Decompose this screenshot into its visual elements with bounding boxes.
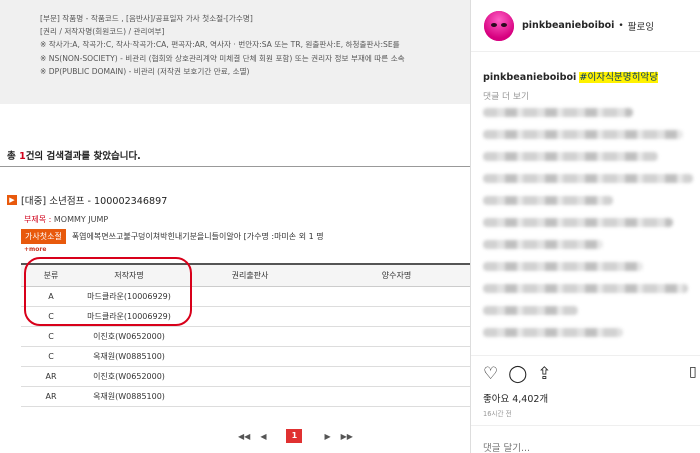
highlight-circle [24,257,192,326]
table-cell [323,326,470,347]
legend-line: [권리 / 저작자명(회원코드) / 관리여부] [40,27,165,37]
share-icon[interactable]: ⇪ [537,365,551,383]
table-cell: C [21,326,81,347]
blurred-comment [483,240,603,249]
summary-prefix: 총 [7,151,20,162]
work-title[interactable]: ▶ [대중] 소년점프 - 100002346897 [7,193,167,207]
blurred-comment [483,174,693,183]
lyric-text: 폭염에복면쓰고불구덩이쳐박힌내기분을니들이알아 [가수명 :마미손 외 1 명 [71,232,324,241]
first-page-button[interactable]: ◀◀ [238,432,250,441]
comment-icon[interactable]: ◯ [508,365,527,383]
blurred-comment [483,328,623,337]
heart-icon[interactable]: ♡ [483,365,498,383]
username-link[interactable]: pinkbeanieboiboi [522,20,614,31]
divider [0,166,470,167]
table-cell: 옥재원(W0885100) [81,346,177,367]
result-count: 1 [19,151,26,162]
lyric-badge: 가사첫소절 [21,229,66,244]
last-page-button[interactable]: ▶▶ [341,432,353,441]
table-cell: AR [21,366,81,387]
prev-page-button[interactable]: ◀ [260,432,266,441]
post-timestamp: 16시간 전 [483,410,512,418]
table-cell [323,366,470,387]
blurred-comment [483,196,613,205]
like-count[interactable]: 좋아요 4,402개 [483,391,548,405]
result-summary: 총 1건의 검색결과를 찾았습니다. [7,148,141,162]
load-more-comments[interactable]: 댓글 더 보기 [483,89,529,102]
table-row: AR 이진호(W0652000) [21,366,470,387]
subtitle-value: MOMMY JUMP [53,215,109,224]
subtitle-label: 부제목 : [24,215,54,224]
table-cell [177,286,323,307]
caption-hashtag[interactable]: #이자식분명히악당 [579,72,659,83]
table-cell: C [21,346,81,367]
table-row: C 옥재원(W0885100) [21,346,470,367]
blurred-comment [483,306,578,315]
legend-line: ※ 작사가:A, 작곡가:C, 작사·작곡가:CA, 편곡자:AR, 역사자 ·… [40,40,400,50]
legend-box: [부문] 작품명 - 작품코드 , [음반사]/공표일자 가사 첫소절-[가수명… [0,0,470,104]
blurred-comment [483,218,673,227]
column-header: 양수자명 [323,263,470,287]
caption-username[interactable]: pinkbeanieboiboi [483,72,576,83]
table-cell [323,286,470,307]
following-button[interactable]: 팔로잉 [628,19,654,33]
post-header: pinkbeanieboiboi • 팔로잉 [471,0,700,52]
post-caption: pinkbeanieboiboi #이자식분명히악당 [483,69,659,83]
table-row: C 이진호(W0652000) [21,326,470,347]
table-cell [177,366,323,387]
legend-line: ※ NS(NON-SOCIETY) - 비관리 (협회와 상호관리계약 미체결 … [40,53,405,63]
table-row: AR 옥재원(W0885100) [21,386,470,407]
table-cell: 옥재원(W0885100) [81,386,177,407]
current-page[interactable]: 1 [286,429,303,443]
mask-eyes [491,22,507,29]
blurred-comment [483,262,643,271]
post-actions: ♡ ◯ ⇪ ▯ [471,355,700,385]
more-link[interactable]: +more [24,246,46,253]
summary-suffix: 건의 검색결과를 찾았습니다. [25,151,141,162]
instagram-post-panel: pinkbeanieboiboi • 팔로잉 pinkbeanieboiboi … [471,0,700,453]
comment-input[interactable] [483,443,683,453]
table-cell [177,306,323,327]
blurred-comments [483,108,698,358]
table-cell [323,386,470,407]
blurred-comment [483,130,683,139]
blurred-comment [483,284,688,293]
work-title-text[interactable]: [대중] 소년점프 - 100002346897 [21,193,167,207]
work-subtitle: 부제목 : MOMMY JUMP [24,214,108,225]
separator-dot: • [618,20,624,31]
table-cell [323,346,470,367]
bookmark-icon[interactable]: ▯ [689,364,697,380]
avatar[interactable] [484,10,514,41]
table-cell: AR [21,386,81,407]
column-header: 권리출판사 [177,263,323,287]
comment-bar [471,425,700,453]
legend-line: [부문] 작품명 - 작품코드 , [음반사]/공표일자 가사 첫소절-[가수명… [40,14,253,23]
copyright-search-panel: [부문] 작품명 - 작품코드 , [음반사]/공표일자 가사 첫소절-[가수명… [0,0,470,453]
table-cell [177,346,323,367]
blurred-comment [483,108,633,117]
arrow-right-icon: ▶ [7,195,17,205]
blurred-comment [483,152,658,161]
legend-line: ※ DP(PUBLIC DOMAIN) - 비관리 (저작권 보호기간 만료, … [40,66,250,76]
table-cell: 이진호(W0652000) [81,326,177,347]
next-page-button[interactable]: ▶ [324,432,330,441]
table-cell: 이진호(W0652000) [81,366,177,387]
table-cell [177,326,323,347]
lyric-row: 가사첫소절 폭염에복면쓰고불구덩이쳐박힌내기분을니들이알아 [가수명 :마미손 … [21,229,324,244]
table-cell [323,306,470,327]
pagination: ◀◀ ◀ 1 ▶ ▶▶ [238,429,363,443]
table-cell [177,386,323,407]
